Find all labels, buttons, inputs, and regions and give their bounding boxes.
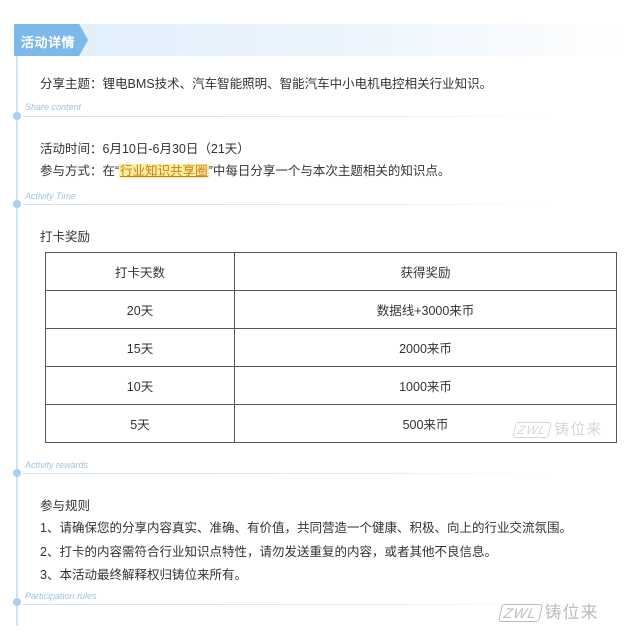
rules-title: 参与规则 xyxy=(40,499,91,513)
watermark-logo-icon: ZWL xyxy=(512,422,553,438)
column-header-days: 打卡天数 xyxy=(45,252,235,291)
cell-days: 5天 xyxy=(45,404,235,443)
section-divider xyxy=(23,204,553,205)
activity-rewards-label: Activity rewards xyxy=(25,460,89,470)
table-row: 15天 2000来币 xyxy=(45,328,617,367)
cell-days: 20天 xyxy=(45,290,235,329)
participation-method-suffix: ”中每日分享一个与本次主题相关的知识点。 xyxy=(208,164,451,178)
rule-item: 2、打卡的内容需符合行业知识点特性，请勿发送重复的内容，或者其他不良信息。 xyxy=(40,545,497,559)
section-header-tab: 活动详情 xyxy=(14,24,88,56)
activity-time-label: Activity Time xyxy=(25,191,76,201)
watermark-text: 铸位来 xyxy=(544,603,599,622)
participation-rules-label: Participation rules xyxy=(25,591,97,601)
watermark: ZWL 铸位来 xyxy=(512,418,603,439)
table-row: 10天 1000来币 xyxy=(45,366,617,405)
rule-item: 3、本活动最终解释权归铸位来所有。 xyxy=(40,568,247,582)
section-header-title: 活动详情 xyxy=(21,35,76,50)
watermark-text: 铸位来 xyxy=(554,421,603,438)
participation-method-prefix: 参与方式：在“ xyxy=(40,164,120,178)
rule-item: 1、请确保您的分享内容真实、准确、有价值，共同营造一个健康、积极、向上的行业交流… xyxy=(40,521,572,535)
table-row: 20天 数据线+3000来币 xyxy=(45,290,617,329)
timeline-dot xyxy=(13,112,21,120)
cell-days: 10天 xyxy=(45,366,235,405)
watermark: ZWL 铸位来 xyxy=(498,598,599,623)
watermark-logo-icon: ZWL xyxy=(498,604,543,622)
cell-reward: 2000来币 xyxy=(234,328,617,367)
timeline-line xyxy=(16,56,18,626)
section-header-band xyxy=(14,24,624,56)
knowledge-circle-link[interactable]: 行业知识共享圈 xyxy=(119,164,209,178)
share-content-label: Share content xyxy=(25,102,82,112)
participation-method-text: 参与方式：在“行业知识共享圈”中每日分享一个与本次主题相关的知识点。 xyxy=(40,160,450,179)
column-header-reward: 获得奖励 xyxy=(234,252,617,291)
timeline-dot xyxy=(13,200,21,208)
cell-days: 15天 xyxy=(45,328,235,367)
section-divider xyxy=(23,604,553,605)
cell-reward: 数据线+3000来币 xyxy=(234,290,617,329)
share-topic-text: 分享主题：锂电BMS技术、汽车智能照明、智能汽车中小电机电控相关行业知识。 xyxy=(40,77,493,91)
timeline-dot xyxy=(13,469,21,477)
rewards-table: 打卡天数 获得奖励 20天 数据线+3000来币 15天 2000来币 10天 … xyxy=(45,252,617,443)
timeline-dot xyxy=(13,598,21,606)
rewards-title: 打卡奖励 xyxy=(40,230,91,244)
section-divider xyxy=(23,473,553,474)
cell-reward: 1000来币 xyxy=(234,366,617,405)
activity-time-text: 活动时间：6月10日-6月30日（21天） xyxy=(40,142,250,156)
section-divider xyxy=(23,116,553,117)
table-header-row: 打卡天数 获得奖励 xyxy=(45,252,617,291)
